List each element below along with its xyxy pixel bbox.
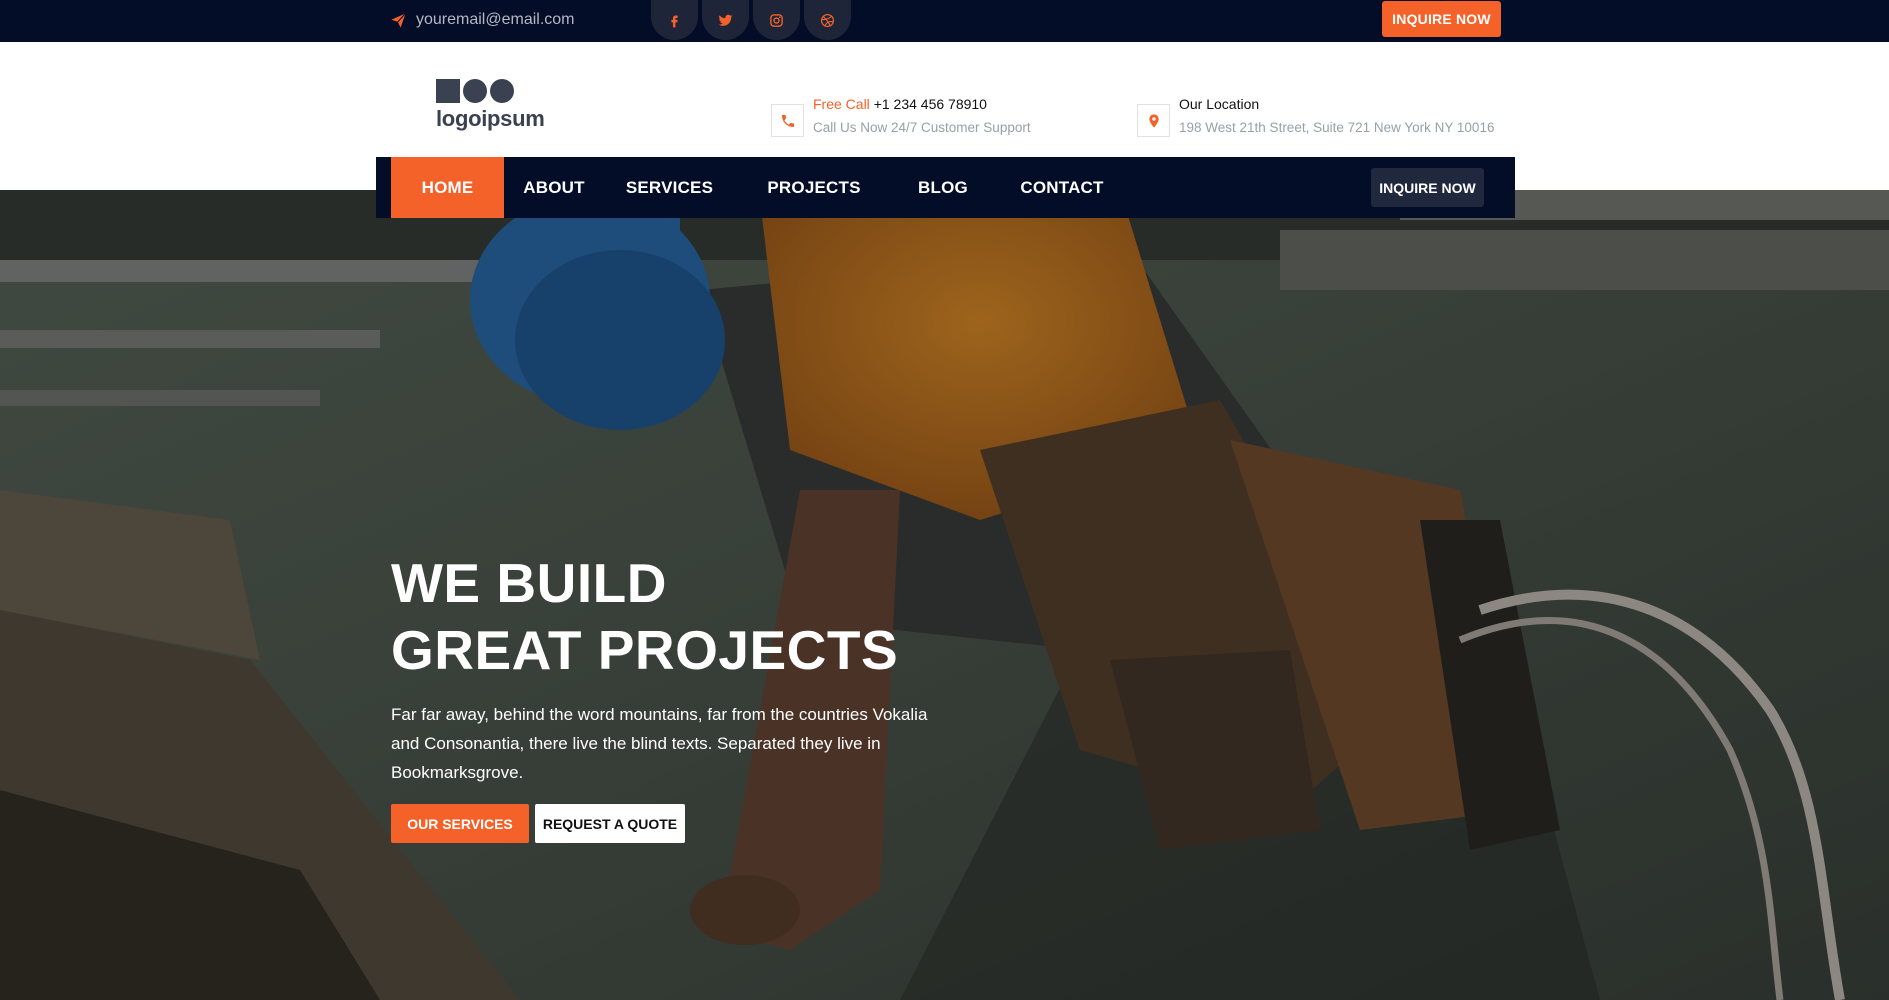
paper-plane-icon [391, 12, 406, 28]
nav-contact[interactable]: CONTACT [1005, 157, 1119, 218]
logo-mark [436, 79, 545, 103]
phone-line: Free Call +1 234 456 78910 [813, 95, 1031, 113]
email-link[interactable]: youremail@email.com [390, 0, 575, 40]
nav-inquire-button[interactable]: INQUIRE NOW [1371, 168, 1484, 207]
logo-circle [490, 79, 514, 103]
nav-blog[interactable]: BLOG [899, 157, 987, 218]
instagram-link[interactable] [753, 0, 800, 40]
hero-title-line-2: GREAT PROJECTS [391, 619, 899, 681]
top-inquire-button[interactable]: INQUIRE NOW [1382, 1, 1501, 37]
twitter-link[interactable] [702, 0, 749, 40]
dribbble-icon [820, 13, 835, 27]
our-services-button[interactable]: OUR SERVICES [391, 804, 529, 843]
email-text: youremail@email.com [416, 11, 575, 28]
dribbble-link[interactable] [804, 0, 851, 40]
nav-services[interactable]: SERVICES [608, 157, 731, 218]
logo-circle [463, 79, 487, 103]
hero-title: WE BUILD GREAT PROJECTS [391, 550, 951, 684]
location-label: Our Location [1179, 96, 1260, 112]
hero-title-line-1: WE BUILD [391, 552, 667, 614]
twitter-icon [718, 14, 733, 26]
top-bar: youremail@email.com INQUIRE NOW [0, 0, 1889, 42]
facebook-icon [671, 15, 678, 27]
logo-text: logoipsum [436, 106, 545, 131]
hero-buttons: OUR SERVICES REQUEST A QUOTE [391, 804, 951, 843]
logo-square [436, 79, 460, 103]
hero-content: WE BUILD GREAT PROJECTS Far far away, be… [391, 550, 951, 843]
logo[interactable]: logoipsum [436, 79, 545, 132]
facebook-link[interactable] [651, 0, 698, 40]
phone-text: Free Call +1 234 456 78910 Call Us Now 2… [813, 95, 1031, 137]
request-quote-button[interactable]: REQUEST A QUOTE [535, 804, 685, 843]
nav-home[interactable]: HOME [391, 157, 504, 218]
social-links [651, 0, 851, 40]
phone-contact: Free Call +1 234 456 78910 Call Us Now 2… [771, 95, 1031, 137]
main-nav: HOME ABOUT SERVICES PROJECTS BLOG CONTAC… [376, 157, 1515, 218]
location-text: Our Location 198 West 21th Street, Suite… [1179, 95, 1494, 137]
nav-projects[interactable]: PROJECTS [753, 157, 875, 218]
hero-section: WE BUILD GREAT PROJECTS Far far away, be… [0, 190, 1889, 1000]
phone-icon [781, 114, 794, 127]
phone-number[interactable]: +1 234 456 78910 [874, 96, 987, 112]
instagram-icon [770, 13, 783, 27]
location-contact: Our Location 198 West 21th Street, Suite… [1137, 95, 1494, 137]
location-icon-box [1137, 104, 1170, 137]
free-call-label: Free Call [813, 96, 870, 112]
location-address: 198 West 21th Street, Suite 721 New York… [1179, 120, 1495, 135]
nav-about[interactable]: ABOUT [504, 157, 604, 218]
phone-icon-box [771, 104, 804, 137]
hero-description: Far far away, behind the word mountains,… [391, 705, 928, 782]
map-pin-icon [1148, 113, 1159, 128]
phone-subtext: Call Us Now 24/7 Customer Support [813, 120, 1031, 135]
